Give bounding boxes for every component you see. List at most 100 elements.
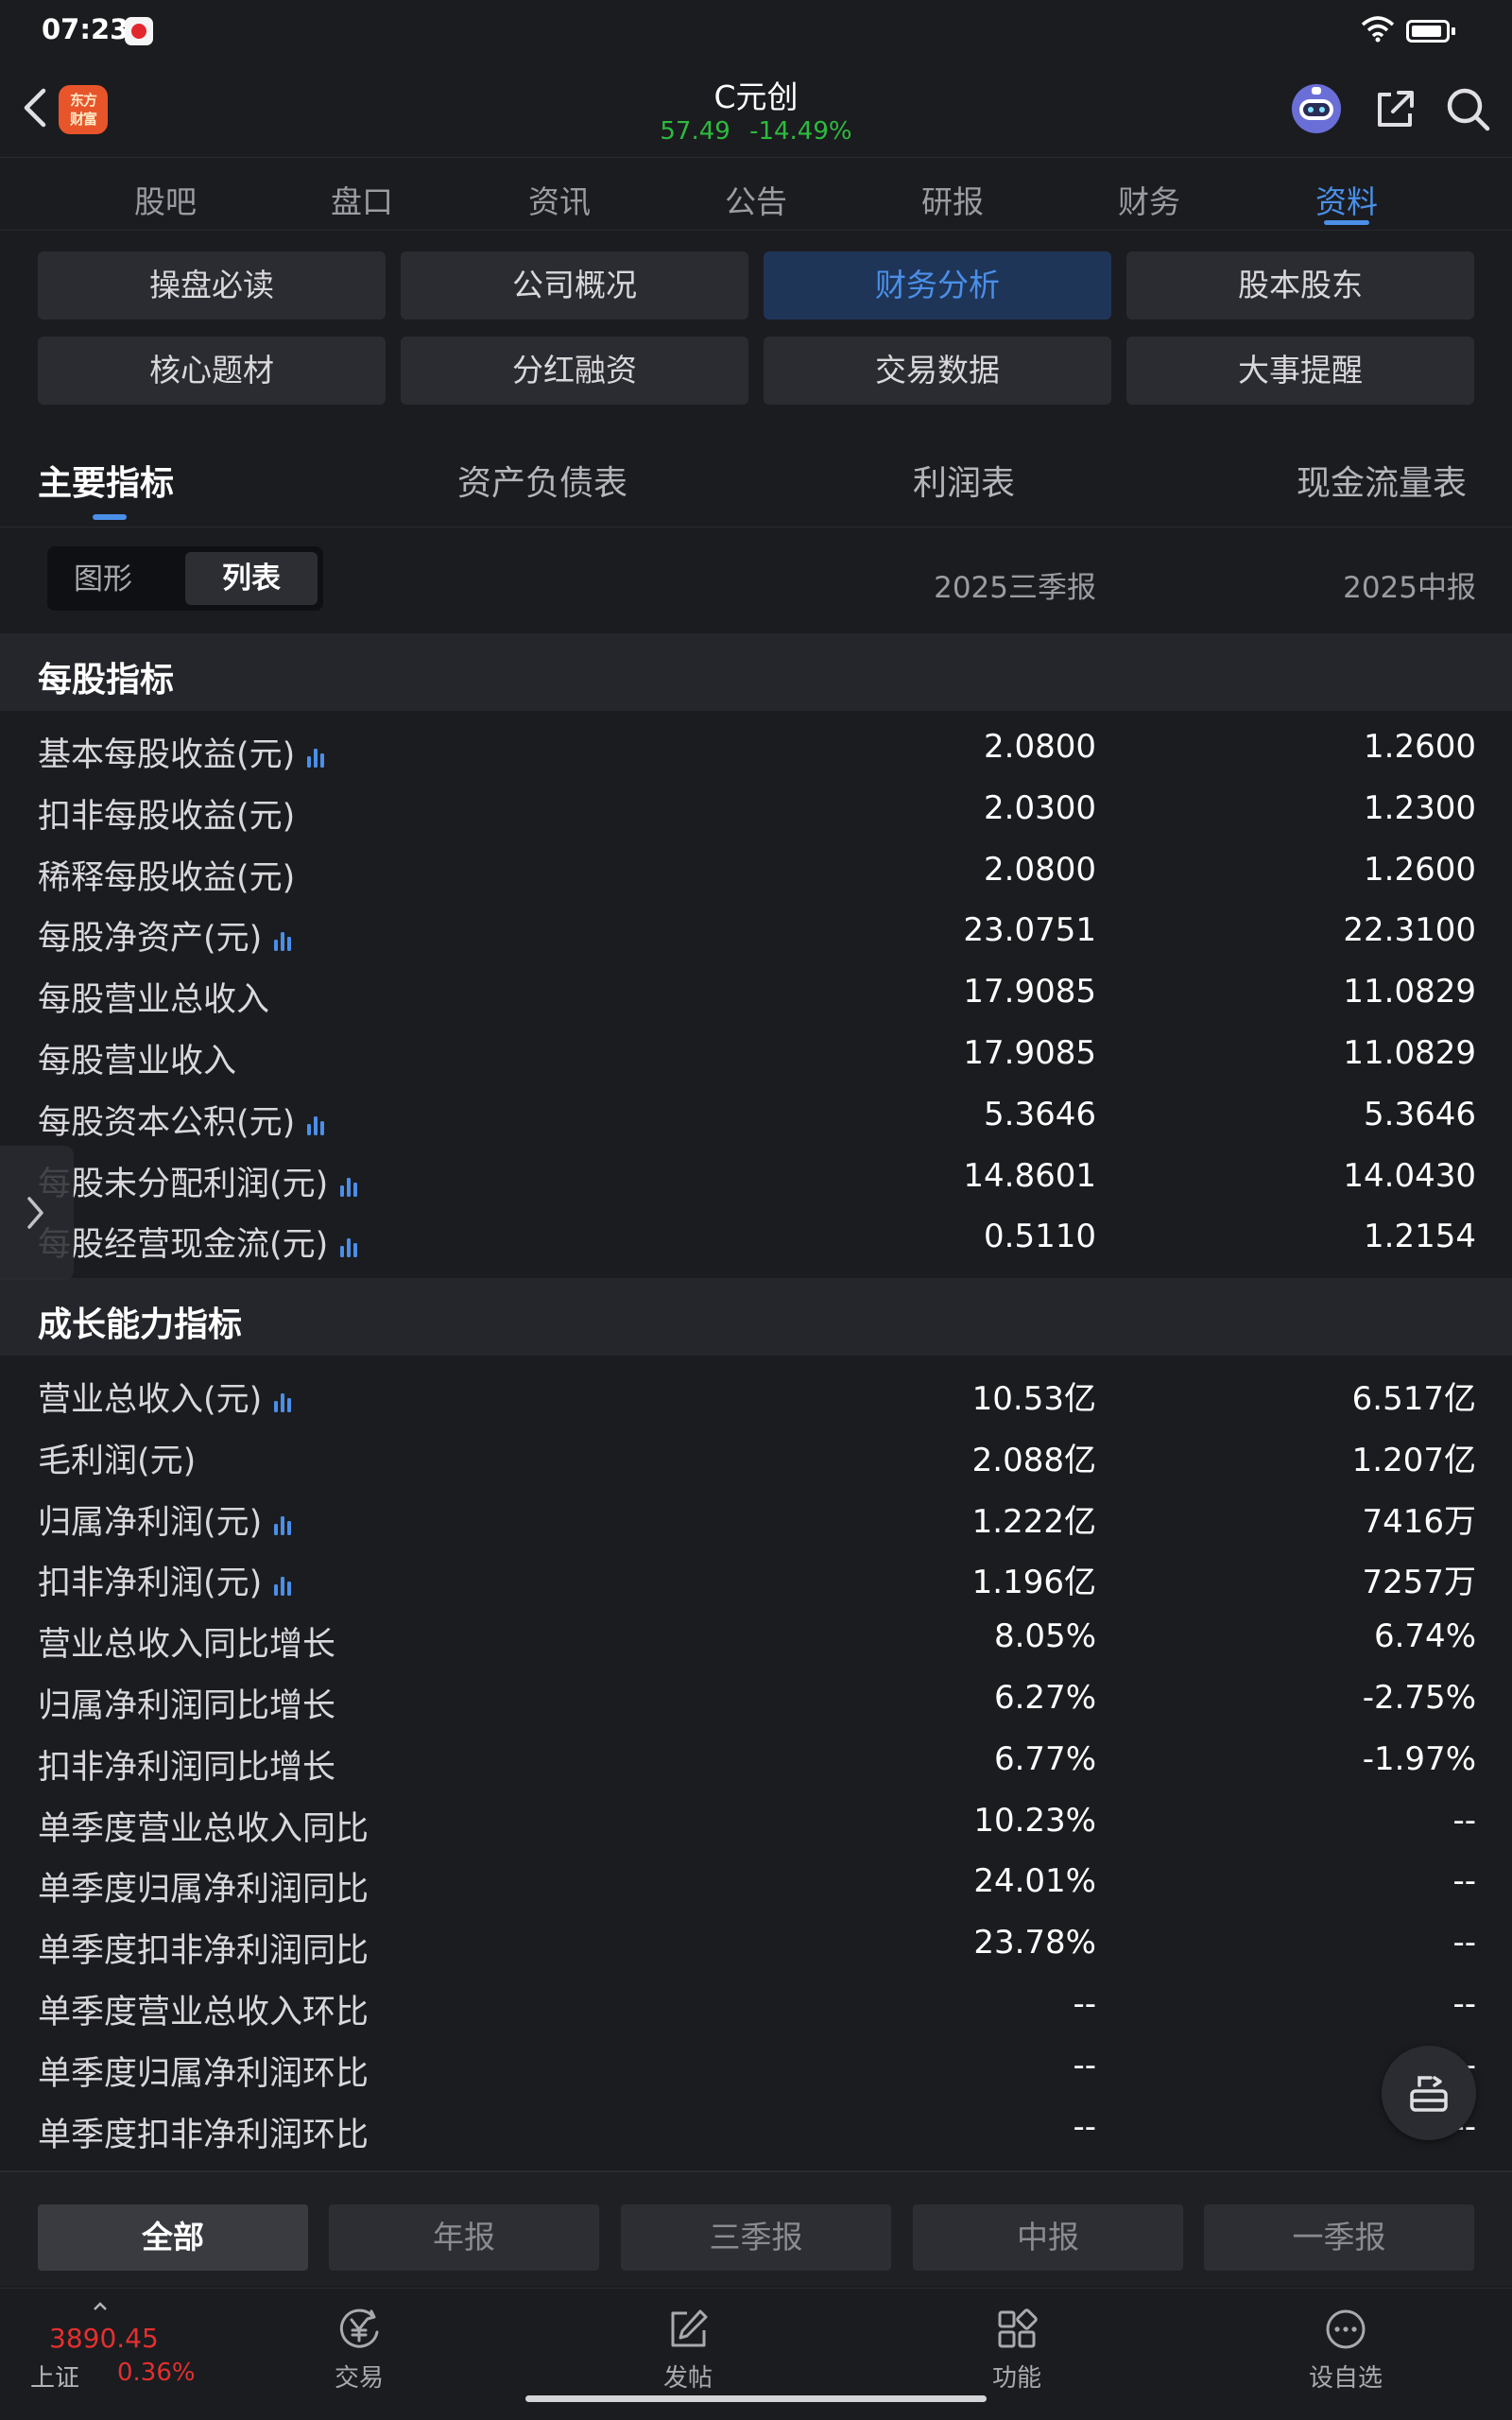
nav-add-watchlist[interactable]: 设自选 bbox=[1270, 2306, 1421, 2394]
subtab-balance-sheet[interactable]: 资产负债表 bbox=[457, 456, 627, 505]
indicator-name: 单季度扣非净利润环比 bbox=[38, 2116, 369, 2154]
indicator-label: 每股净资产(元) bbox=[38, 911, 294, 959]
mini-bar-chart-icon[interactable] bbox=[337, 1233, 360, 1258]
stock-name: C元创 bbox=[713, 78, 799, 115]
value-q3: 5.3646 bbox=[984, 1095, 1096, 1133]
menu-company-overview[interactable]: 公司概况 bbox=[401, 251, 748, 320]
value-h1: 1.2600 bbox=[1364, 850, 1476, 889]
home-indicator[interactable] bbox=[525, 2395, 987, 2402]
indicator-name: 扣非每股收益(元) bbox=[38, 797, 296, 836]
index-ticker[interactable]: 3890.45 上证 0.36% bbox=[19, 2302, 196, 2415]
view-mode-toggle: 图形 列表 bbox=[47, 546, 323, 611]
period-all[interactable]: 全部 bbox=[38, 2204, 308, 2271]
stock-quote: 57.49 -14.49% bbox=[567, 117, 945, 146]
table-row[interactable]: 扣非净利润同比增长 6.77% -1.97% bbox=[0, 1731, 1512, 1792]
indicator-name: 营业总收入(元) bbox=[38, 1381, 263, 1419]
menu-shareholders[interactable]: 股本股东 bbox=[1126, 251, 1474, 320]
tab-pankou[interactable]: 盘口 bbox=[296, 177, 428, 222]
table-row[interactable]: 扣非净利润(元) 1.196亿 7257万 bbox=[0, 1547, 1512, 1608]
table-row[interactable]: 单季度归属净利润环比---- bbox=[0, 2037, 1512, 2099]
table-row[interactable]: 毛利润(元) 2.088亿 1.207亿 bbox=[0, 1425, 1512, 1486]
indicator-name: 扣非净利润(元) bbox=[38, 1564, 263, 1603]
subtab-key-indicators[interactable]: 主要指标 bbox=[38, 456, 174, 505]
period-q3[interactable]: 三季报 bbox=[621, 2204, 891, 2271]
mini-bar-chart-icon[interactable] bbox=[271, 1388, 294, 1412]
value-h1: 1.207亿 bbox=[1351, 1441, 1476, 1479]
mini-bar-chart-icon[interactable] bbox=[271, 1511, 294, 1535]
value-q3: 2.0800 bbox=[984, 850, 1096, 889]
side-drawer-handle[interactable] bbox=[0, 1146, 74, 1280]
tab-profile[interactable]: 资料 bbox=[1280, 177, 1413, 222]
nav-post[interactable]: 发帖 bbox=[612, 2306, 764, 2394]
tab-news[interactable]: 资讯 bbox=[493, 177, 626, 222]
yen-circle-icon bbox=[339, 2308, 379, 2348]
search-icon[interactable] bbox=[1444, 85, 1493, 134]
mini-bar-chart-icon[interactable] bbox=[271, 926, 294, 952]
subtab-cash-flow[interactable]: 现金流量表 bbox=[1297, 456, 1467, 505]
indicator-label: 营业总收入(元) bbox=[38, 1373, 294, 1421]
menu-trading-data[interactable]: 交易数据 bbox=[764, 337, 1111, 405]
table-row[interactable]: 扣非每股收益(元) 2.0300 1.2300 bbox=[0, 780, 1512, 841]
status-time: 07:23 bbox=[42, 13, 129, 45]
list-view-button[interactable]: 列表 bbox=[185, 552, 318, 605]
tab-announcements[interactable]: 公告 bbox=[690, 177, 822, 222]
value-h1: 1.2154 bbox=[1364, 1218, 1476, 1256]
indicator-name: 每股净资产(元) bbox=[38, 920, 263, 959]
table-row[interactable]: 单季度营业总收入同比 10.23% -- bbox=[0, 1792, 1512, 1854]
app-logo[interactable]: 东方 财富 bbox=[59, 85, 108, 134]
nav-features[interactable]: 功能 bbox=[941, 2306, 1092, 2394]
value-q3: 10.23% bbox=[973, 1801, 1096, 1840]
menu-core-themes[interactable]: 核心题材 bbox=[38, 337, 386, 405]
table-row[interactable]: 单季度扣非净利润同比 23.78% -- bbox=[0, 1914, 1512, 1976]
period-annual[interactable]: 年报 bbox=[329, 2204, 599, 2271]
mini-bar-chart-icon[interactable] bbox=[304, 1111, 327, 1135]
subtab-income-statement[interactable]: 利润表 bbox=[913, 456, 1015, 505]
tab-research[interactable]: 研报 bbox=[886, 177, 1019, 222]
indicator-name: 营业总收入同比增长 bbox=[38, 1626, 336, 1665]
indicator-label: 归属净利润(元) bbox=[38, 1495, 294, 1544]
indicator-label: 每股经营现金流(元) bbox=[38, 1218, 360, 1266]
table-row[interactable]: 归属净利润(元) 1.222亿 7416万 bbox=[0, 1486, 1512, 1547]
floating-switch-button[interactable] bbox=[1382, 2046, 1476, 2140]
column-header-h1: 2025中报 bbox=[1343, 571, 1476, 605]
table-row[interactable]: 每股净资产(元) 23.0751 22.3100 bbox=[0, 902, 1512, 963]
value-q3: 14.8601 bbox=[963, 1156, 1096, 1195]
indicator-label: 单季度归属净利润同比 bbox=[38, 1862, 369, 1910]
table-row[interactable]: 单季度归属净利润同比 24.01% -- bbox=[0, 1853, 1512, 1914]
mini-bar-chart-icon[interactable] bbox=[271, 1571, 294, 1597]
robot-assistant-icon[interactable] bbox=[1289, 81, 1344, 136]
table-row[interactable]: 每股经营现金流(元) 0.5110 1.2154 bbox=[0, 1208, 1512, 1270]
table-row[interactable]: 单季度扣非净利润环比 -- -- bbox=[0, 2099, 1512, 2160]
value-q3: 2.0300 bbox=[984, 788, 1096, 827]
table-row[interactable]: 营业总收入(元) 10.53亿 6.517亿 bbox=[0, 1363, 1512, 1425]
tab-guba[interactable]: 股吧 bbox=[99, 177, 232, 222]
back-arrow-icon[interactable] bbox=[13, 79, 57, 136]
indicator-name: 单季度归属净利润环比 bbox=[38, 2054, 369, 2093]
tab-finance[interactable]: 财务 bbox=[1083, 177, 1215, 222]
nav-trade[interactable]: 交易 bbox=[284, 2306, 435, 2394]
menu-financial-analysis[interactable]: 财务分析 bbox=[764, 251, 1111, 320]
period-q1[interactable]: 一季报 bbox=[1204, 2204, 1474, 2271]
table-row[interactable]: 稀释每股收益(元) 2.0800 1.2600 bbox=[0, 841, 1512, 903]
period-interim[interactable]: 中报 bbox=[913, 2204, 1183, 2271]
table-row[interactable]: 每股营业收入 17.9085 11.0829 bbox=[0, 1025, 1512, 1086]
mini-bar-chart-icon[interactable] bbox=[337, 1172, 360, 1197]
table-row[interactable]: 每股未分配利润(元) 14.8601 14.0430 bbox=[0, 1148, 1512, 1209]
table-row[interactable]: 归属净利润同比增长 6.27% -2.75% bbox=[0, 1669, 1512, 1731]
share-icon[interactable] bbox=[1372, 87, 1418, 132]
table-row[interactable]: 每股营业总收入 17.9085 11.0829 bbox=[0, 963, 1512, 1025]
value-h1: 6.517亿 bbox=[1351, 1380, 1476, 1418]
indicator-name: 每股营业收入 bbox=[38, 1043, 237, 1080]
table-row[interactable]: 营业总收入同比增长 8.05% 6.74% bbox=[0, 1608, 1512, 1669]
table-row[interactable]: 基本每股收益(元) 2.0800 1.2600 bbox=[0, 718, 1512, 780]
menu-event-reminders[interactable]: 大事提醒 bbox=[1126, 337, 1474, 405]
menu-trading-guide[interactable]: 操盘必读 bbox=[38, 251, 386, 320]
table-row[interactable]: 单季度营业总收入环比 -- -- bbox=[0, 1976, 1512, 2037]
menu-dividends-financing[interactable]: 分红融资 bbox=[401, 337, 748, 405]
table-row[interactable]: 每股资本公积(元) 5.3646 5.3646 bbox=[0, 1086, 1512, 1148]
indicator-name: 每股营业总收入 bbox=[38, 981, 270, 1020]
grid-icon bbox=[998, 2308, 1038, 2348]
indicator-name: 归属净利润同比增长 bbox=[38, 1687, 336, 1725]
mini-bar-chart-icon[interactable] bbox=[304, 743, 327, 768]
value-q3: 6.27% bbox=[993, 1679, 1096, 1717]
